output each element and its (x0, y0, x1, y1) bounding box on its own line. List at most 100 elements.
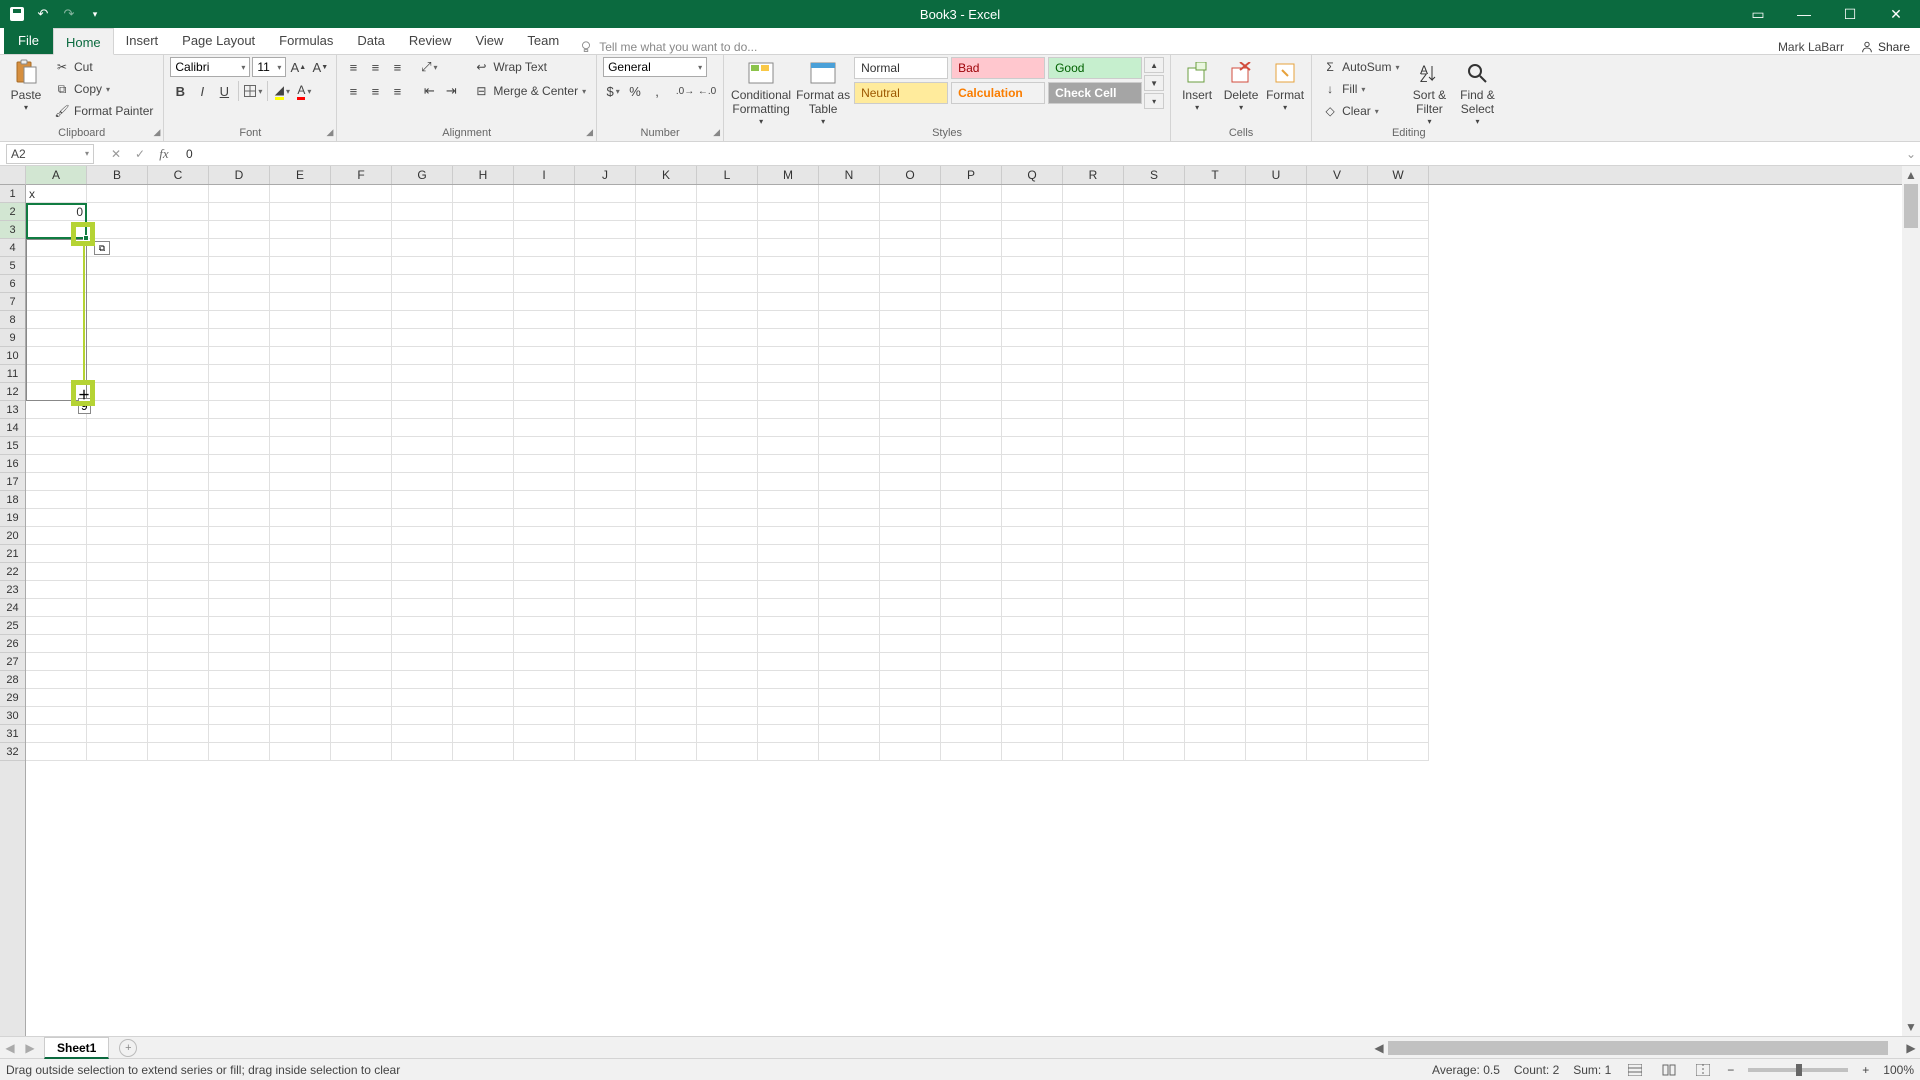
cell-O14[interactable] (880, 419, 941, 437)
cell-J4[interactable] (575, 239, 636, 257)
cell-U2[interactable] (1246, 203, 1307, 221)
merge-center-button[interactable]: ⊟Merge & Center▾ (469, 81, 590, 101)
cell-M31[interactable] (758, 725, 819, 743)
cell-O8[interactable] (880, 311, 941, 329)
cell-O10[interactable] (880, 347, 941, 365)
cell-G5[interactable] (392, 257, 453, 275)
cell-C5[interactable] (148, 257, 209, 275)
cell-F4[interactable] (331, 239, 392, 257)
maximize-button[interactable]: ☐ (1836, 6, 1864, 23)
cell-F8[interactable] (331, 311, 392, 329)
cell-O18[interactable] (880, 491, 941, 509)
cell-A1[interactable]: x (26, 185, 87, 203)
cell-D10[interactable] (209, 347, 270, 365)
cell-H20[interactable] (453, 527, 514, 545)
cell-M1[interactable] (758, 185, 819, 203)
cell-D31[interactable] (209, 725, 270, 743)
cell-W12[interactable] (1368, 383, 1429, 401)
cell-K21[interactable] (636, 545, 697, 563)
cell-L19[interactable] (697, 509, 758, 527)
cell-N13[interactable] (819, 401, 880, 419)
cell-D29[interactable] (209, 689, 270, 707)
cell-W24[interactable] (1368, 599, 1429, 617)
cell-L17[interactable] (697, 473, 758, 491)
cell-B30[interactable] (87, 707, 148, 725)
cell-C32[interactable] (148, 743, 209, 761)
cell-Q29[interactable] (1002, 689, 1063, 707)
font-size-select[interactable]: 11▾ (252, 57, 286, 77)
font-launcher[interactable]: ◢ (326, 127, 333, 138)
cell-T14[interactable] (1185, 419, 1246, 437)
cell-E27[interactable] (270, 653, 331, 671)
select-all-corner[interactable] (0, 166, 26, 185)
cell-B6[interactable] (87, 275, 148, 293)
cell-B23[interactable] (87, 581, 148, 599)
cell-Q10[interactable] (1002, 347, 1063, 365)
cell-D15[interactable] (209, 437, 270, 455)
cell-Q5[interactable] (1002, 257, 1063, 275)
cell-U28[interactable] (1246, 671, 1307, 689)
cell-C29[interactable] (148, 689, 209, 707)
cell-Q32[interactable] (1002, 743, 1063, 761)
cell-U18[interactable] (1246, 491, 1307, 509)
cell-L13[interactable] (697, 401, 758, 419)
borders-button[interactable] (243, 81, 263, 101)
cell-G13[interactable] (392, 401, 453, 419)
cell-I8[interactable] (514, 311, 575, 329)
cell-U1[interactable] (1246, 185, 1307, 203)
cell-K9[interactable] (636, 329, 697, 347)
cell-N20[interactable] (819, 527, 880, 545)
cell-T3[interactable] (1185, 221, 1246, 239)
cell-K12[interactable] (636, 383, 697, 401)
cell-O6[interactable] (880, 275, 941, 293)
cell-M18[interactable] (758, 491, 819, 509)
cell-D22[interactable] (209, 563, 270, 581)
cell-P11[interactable] (941, 365, 1002, 383)
cell-U27[interactable] (1246, 653, 1307, 671)
cell-H31[interactable] (453, 725, 514, 743)
row-header-7[interactable]: 7 (0, 293, 25, 311)
cell-B29[interactable] (87, 689, 148, 707)
cell-N3[interactable] (819, 221, 880, 239)
cell-E8[interactable] (270, 311, 331, 329)
alignment-launcher[interactable]: ◢ (586, 127, 593, 138)
cell-I15[interactable] (514, 437, 575, 455)
cell-F13[interactable] (331, 401, 392, 419)
cell-H23[interactable] (453, 581, 514, 599)
cell-I21[interactable] (514, 545, 575, 563)
percent-format-button[interactable]: % (625, 81, 645, 101)
cell-U32[interactable] (1246, 743, 1307, 761)
cell-B18[interactable] (87, 491, 148, 509)
col-header-V[interactable]: V (1307, 166, 1368, 184)
vscroll-thumb[interactable] (1904, 184, 1918, 228)
cell-G20[interactable] (392, 527, 453, 545)
decrease-decimal-button[interactable]: ←.0 (697, 81, 717, 101)
style-neutral[interactable]: Neutral (854, 82, 948, 104)
cell-U16[interactable] (1246, 455, 1307, 473)
cell-B17[interactable] (87, 473, 148, 491)
row-header-29[interactable]: 29 (0, 689, 25, 707)
cell-M23[interactable] (758, 581, 819, 599)
col-header-M[interactable]: M (758, 166, 819, 184)
cell-E28[interactable] (270, 671, 331, 689)
cell-B21[interactable] (87, 545, 148, 563)
cell-S25[interactable] (1124, 617, 1185, 635)
cell-M26[interactable] (758, 635, 819, 653)
cell-E18[interactable] (270, 491, 331, 509)
row-header-8[interactable]: 8 (0, 311, 25, 329)
cell-D30[interactable] (209, 707, 270, 725)
cell-A10[interactable] (26, 347, 87, 365)
horizontal-scrollbar[interactable]: ◀ ▶ (1370, 1039, 1920, 1057)
style-good[interactable]: Good (1048, 57, 1142, 79)
cell-V21[interactable] (1307, 545, 1368, 563)
undo-button[interactable]: ↶ (34, 5, 52, 23)
hscroll-thumb[interactable] (1388, 1041, 1888, 1055)
cell-L25[interactable] (697, 617, 758, 635)
col-header-W[interactable]: W (1368, 166, 1429, 184)
cell-J17[interactable] (575, 473, 636, 491)
cell-T7[interactable] (1185, 293, 1246, 311)
cell-U25[interactable] (1246, 617, 1307, 635)
cell-I26[interactable] (514, 635, 575, 653)
cell-K14[interactable] (636, 419, 697, 437)
cell-I14[interactable] (514, 419, 575, 437)
